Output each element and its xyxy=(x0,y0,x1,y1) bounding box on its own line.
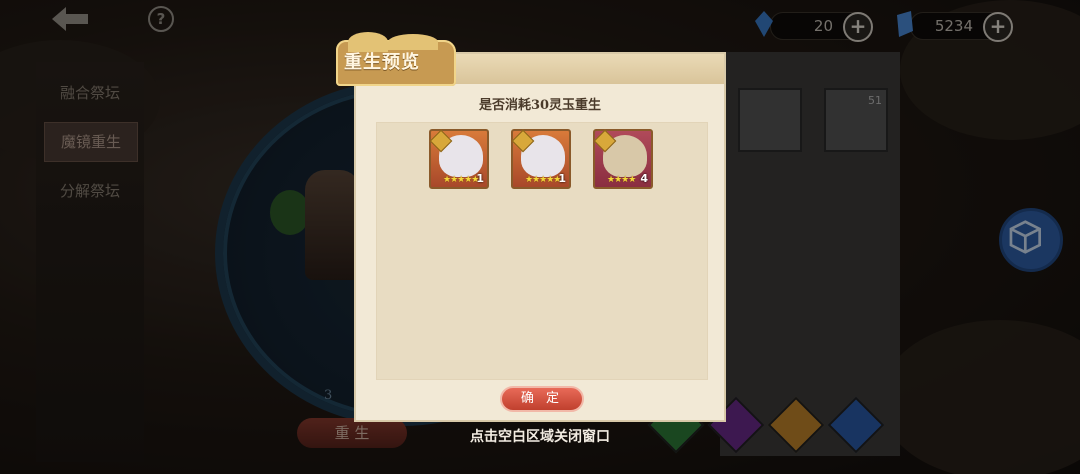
star-rating: ★★★★ xyxy=(607,175,636,185)
reward-item-card[interactable]: ★★★★ 4 xyxy=(593,129,653,189)
dialog-title-tab: 重生预览 xyxy=(336,32,456,86)
star-rating: ★★★★★ xyxy=(525,175,561,185)
item-count: 1 xyxy=(558,172,566,185)
reward-item-card[interactable]: ★★★★★ 1 xyxy=(429,129,489,189)
rebirth-question: 是否消耗30灵玉重生 xyxy=(478,98,602,113)
close-hint: 点击空白区域关闭窗口 xyxy=(470,429,610,445)
item-count: 1 xyxy=(476,172,484,185)
dialog-title: 重生预览 xyxy=(344,52,420,73)
star-rating: ★★★★★ xyxy=(443,175,479,185)
reward-item-card[interactable]: ★★★★★ 1 xyxy=(511,129,571,189)
rebirth-preview-dialog: 重生预览 是否消耗30灵玉重生 ★★★★★ 1 ★★★★★ 1 ★★★★ 4 确… xyxy=(336,32,726,422)
item-count: 4 xyxy=(640,172,648,185)
confirm-button[interactable]: 确 定 xyxy=(500,386,584,412)
reward-item-area: ★★★★★ 1 ★★★★★ 1 ★★★★ 4 xyxy=(376,122,708,380)
